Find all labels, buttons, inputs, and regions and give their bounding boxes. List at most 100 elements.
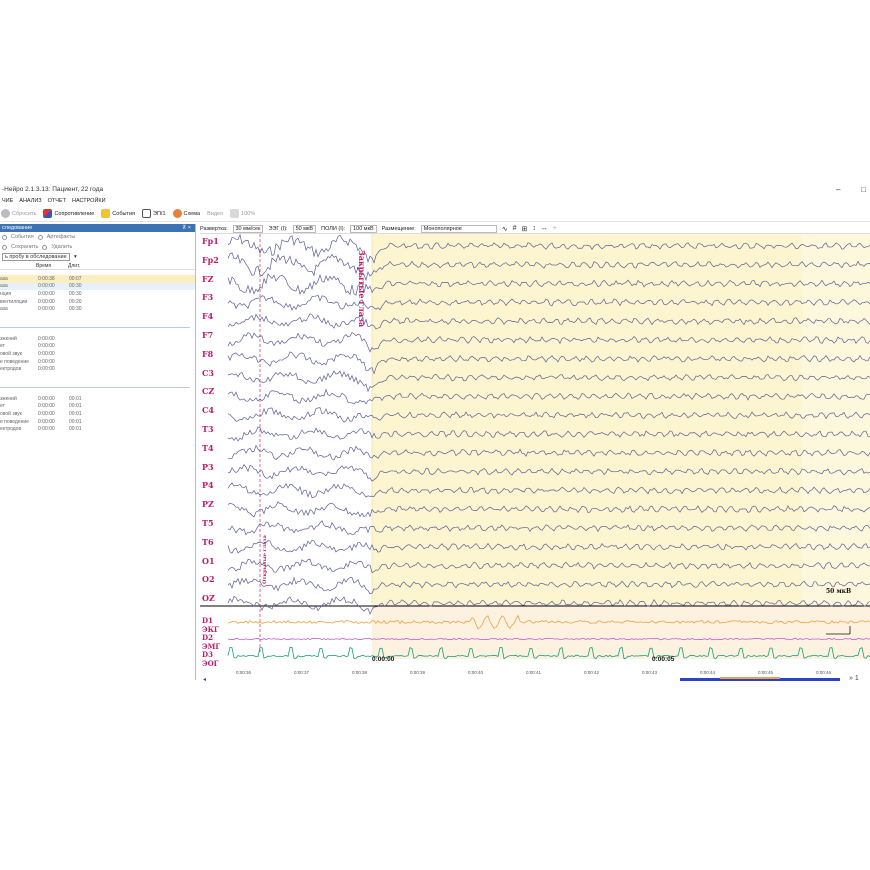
sweep-label: Развертка:: [200, 225, 228, 232]
list-item-name: ет: [0, 403, 5, 410]
list-item-name: овой звук: [0, 350, 22, 357]
poly-channel-label: D2 ЭМГ: [202, 633, 221, 651]
marker-annotation: Открытые глаза: [262, 535, 268, 584]
channel-label: F3: [202, 292, 214, 303]
list-item[interactable]: аза 0:00:00 00:30: [0, 305, 195, 313]
channel-label: C4: [202, 405, 214, 416]
minimize-button[interactable]: –: [836, 185, 840, 194]
list-header: Время Длит.: [0, 262, 195, 270]
list-item[interactable]: ектродов 0:00:00 00:01: [0, 425, 195, 433]
list-item[interactable]: вентиляции 0:00:00 00:20: [0, 298, 195, 306]
time-tick: 0:00:42: [584, 670, 600, 675]
video-button[interactable]: Видео: [207, 211, 223, 217]
impedance-icon: [43, 209, 53, 218]
list-item[interactable]: ектродов 0:00:00: [0, 365, 195, 373]
list-item[interactable]: ет 0:00:00 00:01: [0, 403, 195, 411]
time-tick: 0:00:39: [410, 670, 426, 675]
channel-label: Fp1: [202, 236, 219, 246]
list-item-dur: 00:07: [69, 275, 82, 282]
time-tick: 0:00:44: [700, 670, 716, 675]
scroll-right-label[interactable]: » 1: [849, 675, 859, 682]
list-item-dur: 00:01: [69, 395, 82, 402]
menu-item-settings[interactable]: НАСТРОЙКИ: [72, 198, 106, 204]
channel-label: T3: [202, 424, 214, 434]
list-item[interactable]: зжений 0:00:00 00:01: [0, 395, 195, 403]
eeg-gain-select[interactable]: 50 мкВ: [292, 224, 317, 233]
list-item[interactable]: аза 0:00:00 00:30: [0, 282, 195, 291]
list-item-name: ет: [0, 343, 5, 350]
scroll-thumb[interactable]: [720, 677, 780, 679]
wave-tool-icon[interactable]: ∿: [502, 225, 508, 233]
channel-label: Fp2: [202, 254, 219, 265]
impedance-button[interactable]: Сопротивление: [43, 209, 94, 218]
list-item-time: 0:00:00: [38, 366, 55, 373]
channel-label: T4: [202, 442, 214, 453]
list-item[interactable]: овой звук 0:00:00 00:01: [0, 410, 195, 418]
channel-label: F7: [202, 330, 214, 340]
channel-label: FZ: [202, 273, 214, 284]
timeline-scrollbar[interactable]: ◂ » 1: [200, 675, 870, 684]
time-major-label: 0:00:00: [372, 656, 395, 663]
grid-tool-icon[interactable]: #: [513, 225, 517, 232]
menu-item-analysis[interactable]: АНАЛИЗ: [19, 198, 41, 204]
menu-item-report[interactable]: ОТЧЕТ: [48, 198, 66, 204]
list-item[interactable]: нция 0:00:00 00:30: [0, 290, 195, 298]
list-item[interactable]: зжений 0:00:00: [0, 335, 195, 343]
eyes-closed-annotation: Закрытые глаза: [357, 250, 367, 328]
reset-label: Сбросить: [12, 210, 37, 217]
col-duration: Длит.: [68, 262, 81, 269]
list-item-name: аза: [0, 275, 8, 282]
events-label: События: [112, 210, 136, 217]
panel-pin-icon[interactable]: ⊼ ×: [182, 225, 191, 231]
scroll-left-icon[interactable]: ◂: [203, 676, 206, 683]
sweep-select[interactable]: 30 мм/сек: [232, 224, 264, 233]
events-radio[interactable]: [2, 234, 7, 240]
list-item-time: 0:00:00: [38, 426, 55, 433]
save-button[interactable]: Сохранить: [11, 244, 38, 250]
add-probe-button[interactable]: ь пробу в обследование: [2, 253, 70, 261]
cross-tool-icon[interactable]: +: [553, 225, 557, 232]
menu-item-research[interactable]: ЧИЕ: [2, 198, 13, 204]
video-label: Видео: [207, 210, 224, 217]
poly-gain-select[interactable]: 100 мкВ: [350, 224, 377, 233]
events-button[interactable]: События: [101, 209, 135, 218]
horizontal-tool-icon[interactable]: ↔: [541, 225, 548, 232]
time-tick: 0:00:38: [352, 670, 368, 675]
list-item-name: зжений: [0, 335, 17, 342]
list-item-dur: 00:01: [69, 410, 82, 417]
artifacts-radio[interactable]: [37, 234, 43, 240]
vertical-tool-icon[interactable]: ↕: [532, 225, 536, 232]
list-item[interactable]: ет 0:00:00: [0, 343, 195, 351]
maximize-button[interactable]: □: [861, 185, 866, 194]
divider: [0, 326, 190, 328]
list-item[interactable]: овой звук 0:00:00: [0, 350, 195, 358]
list-item[interactable]: е поведение 0:00:00: [0, 358, 195, 366]
window-title: -Нейро 2.1.3.13: Пациент, 22 года: [2, 186, 104, 193]
list-item[interactable]: аза 0:00:38 00:07: [0, 275, 195, 283]
eeg-plot[interactable]: [200, 234, 870, 664]
scheme-button[interactable]: Схема: [172, 209, 200, 218]
add-row: ь пробу в обследование ▾: [0, 252, 195, 262]
list-item-dur: 00:01: [69, 426, 82, 433]
probes-list: аза 0:00:38 00:07 аза 0:00:00 00:30 нция 0:00:0…: [0, 275, 195, 313]
channel-label: T5: [202, 518, 214, 528]
list-item-time: 0:00:00: [38, 403, 55, 410]
evp-button[interactable]: ЭП/1: [142, 209, 166, 218]
reset-button[interactable]: Сбросить: [1, 209, 36, 218]
list-item[interactable]: е поведение 0:00:00 00:01: [0, 418, 195, 426]
channel-label: CZ: [202, 386, 215, 397]
exam-panel-title: следование: [2, 225, 33, 231]
delete-button[interactable]: Удалить: [51, 244, 72, 250]
dropdown-arrow-icon[interactable]: ▾: [74, 254, 77, 260]
zoom-button[interactable]: 100%: [230, 209, 255, 218]
artifacts-filter-label: Артефакты: [46, 234, 76, 240]
list-item-time: 0:00:00: [38, 283, 55, 290]
montage-select[interactable]: Монополярное: [420, 224, 497, 233]
channel-label: P3: [202, 461, 214, 472]
channel-label: P4: [202, 480, 214, 491]
list-item-dur: 00:01: [69, 403, 82, 410]
box-tool-icon[interactable]: ⊞: [522, 225, 528, 233]
list-item-name: е поведение: [0, 358, 29, 365]
actions-row: Сохранить Удалить: [0, 242, 195, 252]
zoom-label: 100%: [241, 210, 256, 217]
